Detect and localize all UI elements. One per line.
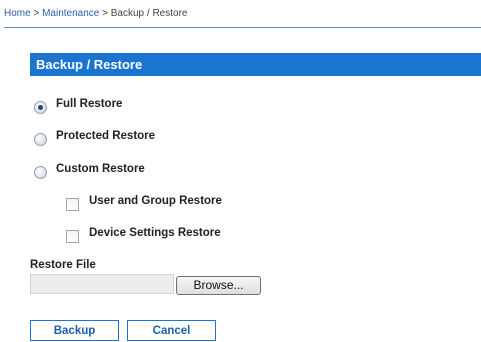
breadcrumb-separator: > xyxy=(33,8,40,19)
backup-button[interactable]: Backup xyxy=(30,320,119,341)
breadcrumb: Home > Maintenance > Backup / Restore xyxy=(4,8,187,19)
cancel-button[interactable]: Cancel xyxy=(127,320,216,341)
custom-restore-radio[interactable] xyxy=(34,165,47,179)
full-restore-label: Full Restore xyxy=(56,98,123,110)
breadcrumb-separator: > xyxy=(102,8,108,19)
custom-restore-label: Custom Restore xyxy=(56,163,145,175)
user-group-restore-label: User and Group Restore xyxy=(89,195,222,207)
user-group-restore-option[interactable]: User and Group Restore xyxy=(66,193,222,211)
protected-restore-label: Protected Restore xyxy=(56,130,156,142)
full-restore-option[interactable]: Full Restore xyxy=(34,96,123,114)
breadcrumb-divider xyxy=(4,27,481,28)
breadcrumb-home-link[interactable]: Home xyxy=(4,8,31,19)
browse-button[interactable]: Browse... xyxy=(176,276,261,295)
device-settings-restore-label: Device Settings Restore xyxy=(89,227,221,239)
page-title: Backup / Restore xyxy=(30,53,481,76)
restore-file-field[interactable] xyxy=(30,274,174,294)
device-settings-restore-checkbox[interactable] xyxy=(66,229,79,243)
user-group-restore-checkbox[interactable] xyxy=(66,197,79,211)
breadcrumb-current: Backup / Restore xyxy=(110,8,188,19)
protected-restore-option[interactable]: Protected Restore xyxy=(34,128,156,146)
protected-restore-radio[interactable] xyxy=(34,132,47,146)
full-restore-radio[interactable] xyxy=(34,100,47,114)
breadcrumb-maintenance-link[interactable]: Maintenance xyxy=(42,8,99,19)
custom-restore-option[interactable]: Custom Restore xyxy=(34,161,145,179)
restore-file-label: Restore File xyxy=(30,259,96,271)
device-settings-restore-option[interactable]: Device Settings Restore xyxy=(66,225,221,243)
